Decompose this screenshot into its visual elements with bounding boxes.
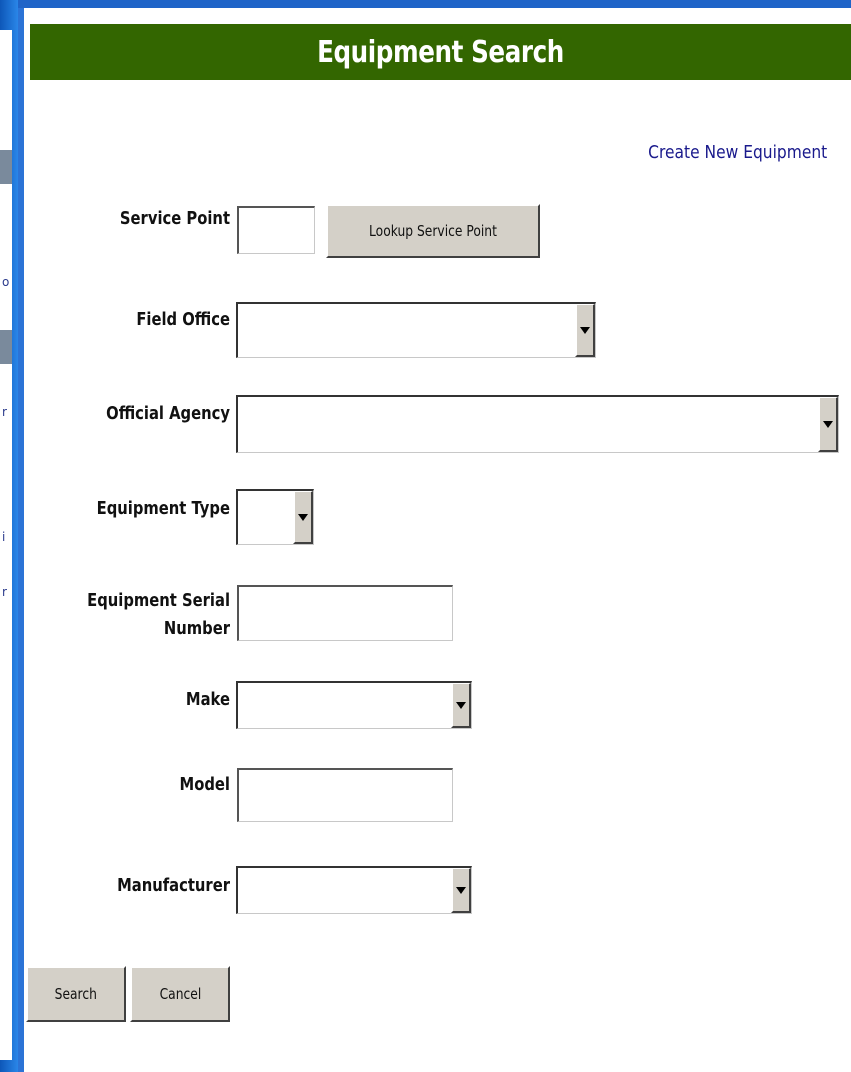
equipment-search-window: Equipment Search Create New Equipment Se… — [18, 8, 851, 1072]
model-label: Model — [179, 774, 230, 795]
field-office-select[interactable] — [236, 302, 596, 358]
search-button[interactable]: Search — [26, 966, 126, 1022]
service-point-input[interactable] — [237, 206, 315, 254]
manufacturer-label: Manufacturer — [117, 875, 230, 896]
background-window-text: r — [2, 585, 7, 599]
page-header: Equipment Search — [30, 24, 851, 80]
chevron-down-icon — [456, 701, 466, 709]
create-new-equipment-link[interactable]: Create New Equipment — [648, 142, 827, 163]
background-window-sliver: o r i r — [0, 30, 12, 1060]
field-office-dropdown-button[interactable] — [575, 304, 595, 357]
background-window-text: o — [2, 275, 10, 289]
background-window-tab — [0, 330, 12, 364]
official-agency-select[interactable] — [236, 395, 839, 453]
make-dropdown-button[interactable] — [451, 683, 471, 728]
official-agency-dropdown-button[interactable] — [818, 397, 838, 452]
chevron-down-icon — [580, 326, 590, 334]
search-button-label: Search — [54, 985, 98, 1003]
manufacturer-select[interactable] — [236, 866, 472, 914]
serial-number-label-line1: Equipment Serial — [87, 590, 230, 611]
lookup-service-point-button[interactable]: Lookup Service Point — [326, 204, 540, 258]
manufacturer-dropdown-button[interactable] — [451, 868, 471, 913]
chevron-down-icon — [456, 886, 466, 894]
background-window-tab — [0, 150, 12, 184]
make-label: Make — [185, 689, 230, 710]
model-input[interactable] — [237, 768, 453, 822]
serial-number-input[interactable] — [237, 585, 453, 641]
cancel-button-label: Cancel — [159, 985, 201, 1003]
chevron-down-icon — [823, 420, 833, 428]
official-agency-label: Official Agency — [106, 403, 230, 424]
make-select[interactable] — [236, 681, 472, 729]
equipment-type-label: Equipment Type — [96, 498, 230, 519]
field-office-label: Field Office — [136, 309, 230, 330]
chevron-down-icon — [298, 513, 308, 521]
page-title: Equipment Search — [317, 34, 564, 70]
cancel-button[interactable]: Cancel — [130, 966, 230, 1022]
lookup-service-point-button-label: Lookup Service Point — [369, 222, 497, 240]
background-window-text: r — [2, 405, 7, 419]
equipment-type-dropdown-button[interactable] — [293, 491, 313, 544]
service-point-label: Service Point — [119, 208, 230, 229]
serial-number-label-line2: Number — [163, 618, 230, 639]
background-window-text: i — [2, 530, 6, 544]
equipment-type-select[interactable] — [236, 489, 314, 545]
